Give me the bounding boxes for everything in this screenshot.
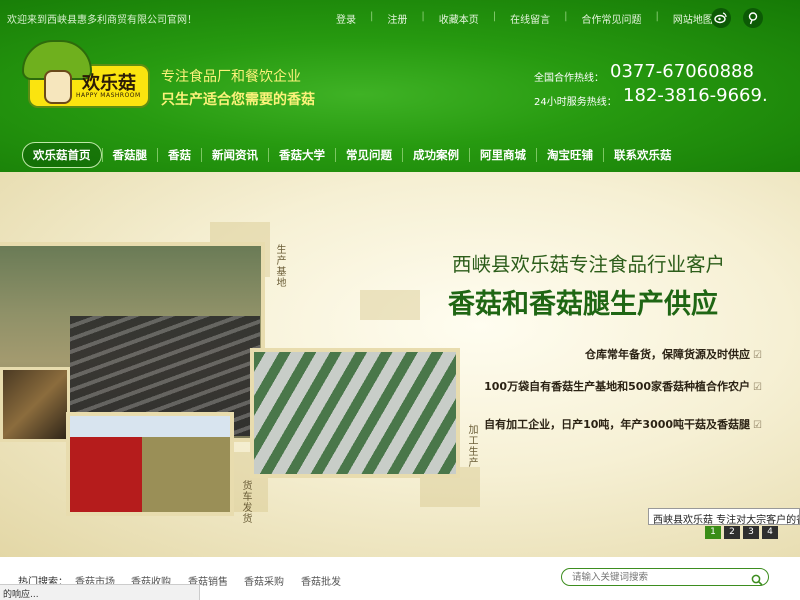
label-production-base: 生产基地: [274, 244, 285, 288]
banner-line-text: 自有加工企业，日产10吨，年产3000吨干菇及香菇腿: [484, 418, 751, 431]
banner-line-text: 100万袋自有香菇生产基地和500家香菇种植合作农户: [484, 380, 751, 393]
site-logo[interactable]: 欢乐菇 HAPPY MASHROOM: [22, 40, 150, 108]
browser-status-bar: 的响应...: [0, 584, 200, 600]
nav-item-taobao[interactable]: 淘宝旺铺: [537, 147, 603, 163]
search-box: [561, 568, 769, 586]
slide-pager: 1 2 3 4: [705, 526, 778, 539]
hot-link-wholesale[interactable]: 香菇批发: [301, 573, 341, 588]
decor-square: [360, 290, 420, 320]
banner-line-3: 自有加工企业，日产10吨，年产3000吨干菇及香菇腿 ☑: [484, 416, 762, 432]
slogan-line1: 专注食品厂和餐饮企业: [161, 69, 301, 85]
search-icon[interactable]: [751, 571, 763, 586]
login-link[interactable]: 登录: [336, 11, 356, 26]
truck-delivery-photo: [66, 412, 234, 516]
separator: |: [492, 11, 497, 22]
pager-dot-1[interactable]: 1: [705, 526, 721, 539]
processing-line-photo: [250, 348, 460, 478]
pager-dot-2[interactable]: 2: [724, 526, 740, 539]
banner-line-2: 100万袋自有香菇生产基地和500家香菇种植合作农户 ☑: [484, 378, 762, 394]
mushroom-stem-icon: [44, 70, 72, 104]
pager-dot-3[interactable]: 3: [743, 526, 759, 539]
top-bar: 欢迎来到西峡县惠多利商贸有限公司官网！ 登录 | 注册 | 收藏本页 | 在线留…: [0, 0, 800, 36]
top-links: 登录 | 注册 | 收藏本页 | 在线留言 | 合作常见问题 | 网站地图: [336, 11, 713, 26]
nav-item-cases[interactable]: 成功案例: [403, 147, 469, 163]
search-input[interactable]: [572, 571, 742, 584]
hero-banner[interactable]: 生产基地 加工生产 货车发货 西峡县欢乐菇专注食品行业客户 香菇和香菇腿生产供应…: [0, 172, 800, 557]
separator: |: [370, 11, 374, 22]
check-icon: ☑: [753, 350, 762, 361]
hotline1-label: 全国合作热线：: [534, 73, 604, 84]
nav-item-mushroom[interactable]: 香菇: [158, 147, 201, 163]
site-header: 欢迎来到西峡县惠多利商贸有限公司官网！ 登录 | 注册 | 收藏本页 | 在线留…: [0, 0, 800, 172]
faq-link[interactable]: 合作常见问题: [582, 11, 642, 26]
hot-link-procure[interactable]: 香菇采购: [244, 573, 284, 588]
nav-item-faq[interactable]: 常见问题: [336, 147, 402, 163]
weibo-icon[interactable]: [711, 8, 731, 28]
qq-icon[interactable]: [743, 8, 763, 28]
separator: |: [421, 11, 425, 22]
nav-item-mushroom-stem[interactable]: 香菇腿: [103, 147, 158, 163]
banner-title-2: 香菇和香菇腿生产供应: [448, 289, 718, 320]
register-link[interactable]: 注册: [387, 11, 407, 26]
label-processing: 加工生产: [466, 424, 477, 468]
pager-dot-4[interactable]: 4: [762, 526, 778, 539]
separator: |: [564, 11, 568, 22]
logo-subtext: HAPPY MASHROOM: [76, 92, 141, 99]
banner-title-1: 西峡县欢乐菇专注食品行业客户: [452, 253, 726, 276]
label-truck-shipping: 货车发货: [240, 480, 251, 524]
main-nav: 欢乐菇首页 香菇腿 香菇 新闻资讯 香菇大学 常见问题 成功案例 阿里商城 淘宝…: [22, 141, 782, 169]
nav-item-contact[interactable]: 联系欢乐菇: [604, 147, 682, 163]
message-link[interactable]: 在线留言: [510, 11, 550, 26]
nav-item-university[interactable]: 香菇大学: [269, 147, 335, 163]
welcome-text: 欢迎来到西峡县惠多利商贸有限公司官网！: [7, 15, 197, 26]
check-icon: ☑: [753, 382, 762, 393]
nav-item-home[interactable]: 欢乐菇首页: [22, 142, 102, 168]
slide-caption: 西峡县欢乐菇 专注对大宗客户的香菇: [648, 508, 800, 525]
nav-item-news[interactable]: 新闻资讯: [202, 147, 268, 163]
nav-item-ali-mall[interactable]: 阿里商城: [470, 147, 536, 163]
banner-line-1: 仓库常年备货，保障货源及时供应 ☑: [585, 346, 762, 362]
bookmark-link[interactable]: 收藏本页: [439, 11, 479, 26]
slogan-line2: 只生产适合您需要的香菇: [161, 92, 315, 108]
separator: |: [655, 11, 659, 22]
dried-mushroom-photo: [0, 367, 70, 442]
hotline1-number: 0377-67060888: [610, 61, 754, 82]
hotline2-label: 24小时服务热线：: [534, 97, 617, 108]
sitemap-link[interactable]: 网站地图: [673, 11, 713, 26]
hotline2-number: 182-3816-9669.: [623, 85, 768, 106]
check-icon: ☑: [753, 420, 762, 431]
banner-line-text: 仓库常年备货，保障货源及时供应: [585, 348, 751, 361]
